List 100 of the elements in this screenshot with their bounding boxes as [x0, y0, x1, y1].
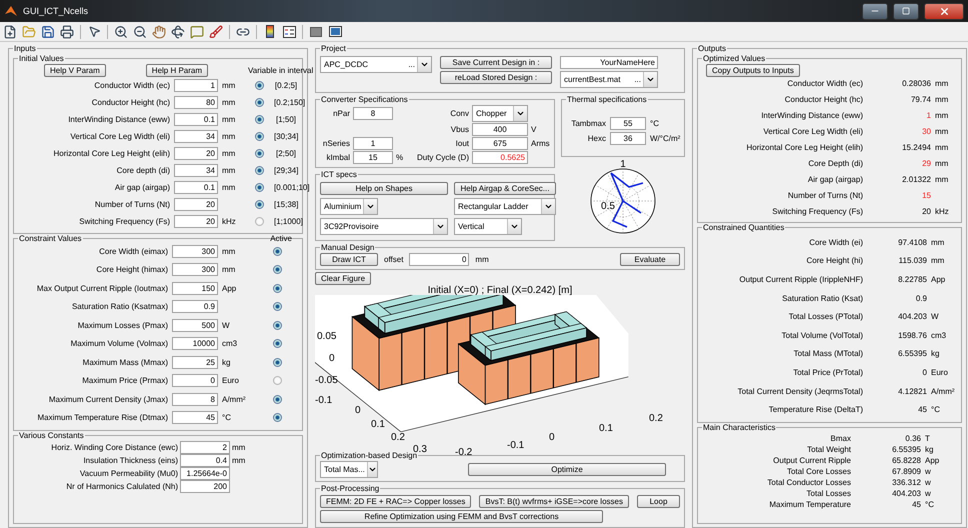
input-field[interactable]: 15: [353, 151, 393, 164]
input-field[interactable]: 80: [174, 96, 218, 109]
help-button[interactable]: Help on Shapes: [320, 182, 448, 195]
output-value: 1: [926, 110, 931, 120]
field-label: Conductor Width (ec): [93, 81, 170, 90]
reload-design-button[interactable]: reLoad Stored Design :: [440, 71, 552, 84]
input-field[interactable]: 0.4: [180, 454, 230, 467]
input-field[interactable]: 400: [472, 123, 528, 136]
output-value: 2.01322: [901, 174, 931, 184]
input-field[interactable]: 1.25664e-0: [180, 467, 230, 480]
output-value: 67.8909: [891, 466, 921, 476]
field-label: Output Current Ripple (IrippleNHF): [738, 274, 863, 284]
refine-button[interactable]: Refine Optimization using FEMM and BvsT corrections: [320, 510, 603, 523]
unit-label: kHz: [935, 206, 950, 216]
input-field[interactable]: 675: [472, 137, 528, 150]
loop-button[interactable]: Loop: [636, 495, 680, 508]
output-field[interactable]: 0.5625: [472, 151, 528, 164]
field-label: Maximum Losses (Pmax): [76, 320, 168, 330]
dropdown[interactable]: Total Mas...: [320, 461, 378, 478]
unit-label: mm: [935, 78, 950, 88]
output-value: 45: [911, 500, 921, 509]
save-design-button[interactable]: Save Current Design in :: [440, 56, 552, 69]
unit-label: mm: [222, 149, 236, 158]
dropdown[interactable]: Vertical: [454, 218, 522, 235]
axis-tick-label: -0.2: [455, 447, 472, 458]
input-field[interactable]: 8: [172, 392, 218, 406]
dropdown[interactable]: currentBest.mat ...: [560, 71, 658, 88]
input-field[interactable]: 36: [610, 132, 646, 145]
axis-tick-label: -0.1: [507, 440, 524, 451]
unit-label: mm: [931, 238, 946, 247]
optimize-button[interactable]: Optimize: [468, 463, 666, 476]
field-label: Core Width (eimax): [98, 246, 168, 256]
input-field[interactable]: 55: [610, 117, 646, 130]
input-field[interactable]: 20: [174, 198, 218, 211]
unit-label: App: [222, 284, 238, 293]
core-losses-button[interactable]: BvsT: B(t) wvfrms+ iGSE=>core losses: [479, 495, 629, 508]
unit-label: Euro: [931, 368, 949, 377]
field-label: Bmax: [830, 434, 851, 443]
output-value: 15.2494: [901, 142, 931, 152]
unit-label: A/mm²: [222, 394, 247, 404]
input-field[interactable]: 300: [172, 244, 218, 258]
input-field[interactable]: 34: [174, 164, 218, 177]
input-field[interactable]: 34: [174, 130, 218, 143]
output-value: 0: [922, 368, 927, 377]
input-field[interactable]: 300: [172, 263, 218, 276]
field-label: Insulation Thickness (eins): [82, 456, 178, 465]
field-label: Total Losses: [806, 488, 851, 498]
help-button[interactable]: Help V Param: [44, 64, 106, 77]
unit-label: mm: [935, 158, 950, 168]
dropdown[interactable]: APC_DCDC ...: [320, 56, 432, 73]
input-field[interactable]: 500: [172, 318, 218, 332]
output-value: 336.312: [891, 478, 921, 487]
unit-label: w: [925, 478, 932, 487]
input-field[interactable]: 2: [180, 441, 230, 454]
field-label: Horiz. Winding Core Distance (ewc): [50, 443, 178, 452]
output-value: 45: [917, 405, 927, 414]
input-field[interactable]: 1: [353, 137, 393, 150]
dropdown[interactable]: Rectangular Ladder: [454, 198, 556, 215]
help-button[interactable]: Help Airgap & CoreSec...: [454, 182, 556, 195]
input-field[interactable]: 0.1: [174, 113, 218, 126]
input-field[interactable]: 0.9: [172, 300, 218, 314]
unit-label: °C: [650, 119, 660, 128]
input-field[interactable]: 10000: [172, 337, 218, 350]
draw-button[interactable]: Draw ICT: [320, 253, 378, 266]
field-label: Saturation Ratio (Ksat): [781, 294, 863, 303]
dropdown[interactable]: Aluminium: [320, 198, 378, 215]
unit-label: °C: [925, 500, 935, 509]
unit-label: mm: [222, 98, 236, 107]
interval-label: [15;38]: [274, 200, 298, 209]
input-field[interactable]: 0: [172, 374, 218, 388]
dropdown[interactable]: 3C92Provisoire: [320, 218, 448, 235]
name-field[interactable]: YourNameHere: [560, 56, 658, 69]
help-button[interactable]: Help H Param: [146, 64, 208, 77]
input-field[interactable]: 0: [409, 253, 470, 266]
field-label: Temperature Rise (DeltaT): [768, 405, 863, 414]
output-value: 8.22785: [897, 274, 927, 284]
input-field[interactable]: 25: [172, 356, 218, 369]
copy-outputs-button[interactable]: Copy Outputs to Inputs: [706, 64, 800, 77]
field-label: Maximum Temperature: [768, 500, 851, 509]
axis-tick-label: 0.1: [371, 419, 385, 430]
input-field[interactable]: 0.1: [174, 181, 218, 194]
interval-label: [2;50]: [276, 149, 296, 158]
input-field[interactable]: 20: [174, 147, 218, 160]
input-field[interactable]: 20: [174, 215, 218, 228]
unit-label: Euro: [222, 376, 240, 386]
copper-losses-button[interactable]: FEMM: 2D FE + RAC=> Copper losses: [320, 495, 472, 508]
output-value: 0.28036: [901, 78, 931, 88]
input-field[interactable]: 45: [172, 411, 218, 424]
dropdown[interactable]: Chopper: [472, 105, 528, 122]
input-field[interactable]: 1: [174, 79, 218, 92]
field-label: Hexc: [586, 134, 606, 143]
unit-label: A/mm²: [931, 386, 956, 396]
evaluate-button[interactable]: Evaluate: [620, 253, 680, 266]
field-label: Output Current Ripple: [772, 456, 851, 465]
unit-label: w: [925, 488, 932, 498]
input-field[interactable]: 200: [180, 480, 230, 493]
unit-label: mm: [222, 265, 236, 274]
clear-figure-button[interactable]: Clear Figure: [315, 272, 372, 285]
input-field[interactable]: 150: [172, 282, 218, 295]
input-field[interactable]: 8: [353, 107, 393, 120]
